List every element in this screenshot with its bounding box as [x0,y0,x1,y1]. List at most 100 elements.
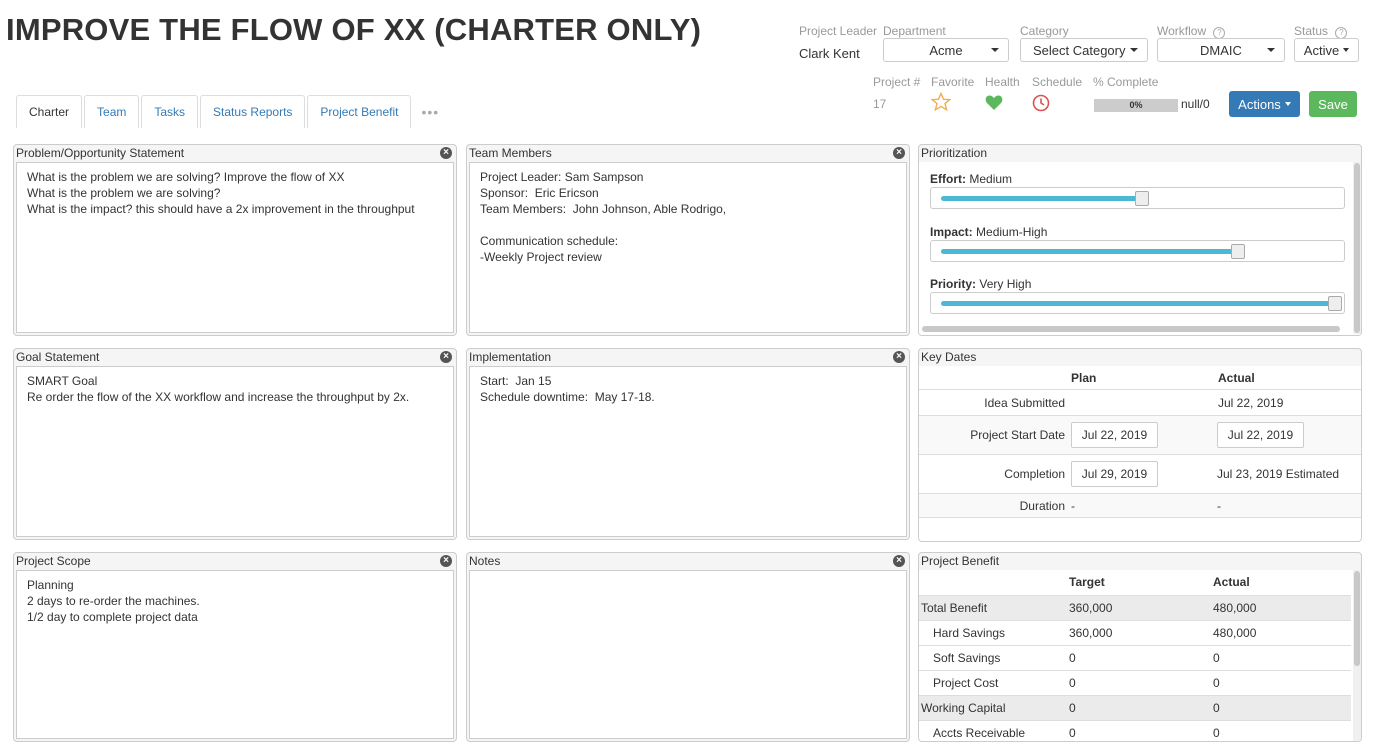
save-button[interactable]: Save [1309,91,1357,117]
actual-value: 0 [1213,701,1220,715]
project-number-value: 17 [873,97,887,111]
caret-down-icon [1343,48,1350,52]
table-divider [919,517,1361,519]
close-icon[interactable]: × [440,147,452,159]
row-label: Completion [1004,467,1065,481]
effort-label-key: Effort: [930,172,966,186]
priority-value: Very High [979,277,1032,291]
table-row: Completion Jul 29, 2019 Jul 23, 2019 Est… [919,454,1361,494]
complete-ratio: null/0 [1181,97,1210,111]
panel-header: Notes × [467,553,909,570]
row-label: Idea Submitted [984,396,1065,410]
actions-label: Actions [1238,96,1281,112]
chevron-down-icon [1130,48,1138,52]
table-row: Total Benefit 360,000 480,000 [919,595,1351,621]
benefit-table: Target Actual Total Benefit 360,000 480,… [919,570,1361,741]
panel-title: Team Members [469,146,552,160]
status-label-text: Status [1294,24,1329,38]
horizontal-scrollbar[interactable] [922,326,1340,332]
goal-panel: Goal Statement × SMART Goal Re order the … [13,348,457,540]
chevron-down-icon [991,48,999,52]
tab-tasks[interactable]: Tasks [141,95,199,128]
close-icon[interactable]: × [893,351,905,363]
table-row: Working Capital 0 0 [919,695,1351,721]
star-icon[interactable] [930,91,952,112]
effort-slider[interactable] [930,187,1345,209]
actual-date: Jul 22, 2019 [1218,396,1284,410]
status-value: Active [1303,42,1340,58]
target-value: 360,000 [1069,601,1113,615]
slider-handle[interactable] [1134,191,1149,206]
workflow-value: DMAIC [1200,42,1242,58]
goal-statement-text[interactable]: SMART Goal Re order the flow of the XX w… [16,366,454,537]
tab-project-benefit[interactable]: Project Benefit [307,95,412,128]
panel-title: Notes [469,554,501,568]
impact-label: Impact: Medium-High [930,225,1047,239]
panel-header: Project Benefit [921,554,1000,568]
implementation-text[interactable]: Start: Jan 15 Schedule downtime: May 17-… [469,366,907,537]
team-members-text[interactable]: Project Leader: Sam Sampson Sponsor: Eri… [469,162,907,333]
status-dropdown[interactable]: Active [1294,38,1359,62]
impact-slider[interactable] [930,240,1345,262]
panel-title: Project Scope [16,554,91,568]
row-label: Duration [1019,499,1065,513]
tab-bar: Charter Team Tasks Status Reports Projec… [16,95,439,128]
caret-down-icon [1284,102,1291,106]
plan-date-input[interactable]: Jul 22, 2019 [1071,422,1158,448]
scrollbar-thumb[interactable] [1354,571,1360,666]
table-row: Project Cost 0 0 [919,670,1351,696]
slider-handle[interactable] [1328,296,1342,311]
notes-text[interactable] [469,570,907,739]
chevron-down-icon [1267,48,1275,52]
actual-value: 480,000 [1213,626,1257,640]
schedule-label: Schedule [1032,75,1083,89]
favorite-label: Favorite [931,75,975,89]
priority-label: Priority: Very High [930,277,1031,291]
clock-icon [1032,94,1050,112]
category-select[interactable]: Select Category [1020,38,1148,62]
panel-title: Goal Statement [16,350,100,364]
row-label: Accts Receivable [933,726,1026,740]
row-label: Soft Savings [933,651,1001,665]
more-tabs-icon[interactable]: ••• [421,95,439,128]
slider-track [941,301,1332,306]
scope-panel: Project Scope × Planning 2 days to re-ord… [13,552,457,742]
table-row: Accts Receivable 0 0 [919,720,1351,741]
plan-duration: - [1071,499,1075,513]
tab-team[interactable]: Team [84,95,140,128]
column-header-actual: Actual [1213,575,1250,589]
actual-value: 0 [1213,651,1220,665]
project-scope-text[interactable]: Planning 2 days to re-order the machines… [16,570,454,739]
priority-slider[interactable] [930,292,1345,314]
slider-handle[interactable] [1231,244,1246,259]
problem-statement-text[interactable]: What is the problem we are solving? Impr… [16,162,454,333]
table-row: Hard Savings 360,000 480,000 [919,620,1351,646]
close-icon[interactable]: × [893,147,905,159]
table-row: Soft Savings 0 0 [919,645,1351,671]
close-icon[interactable]: × [440,351,452,363]
slider-track [941,196,1139,201]
tab-charter[interactable]: Charter [16,95,83,128]
project-number-label: Project # [873,75,921,89]
close-icon[interactable]: × [893,555,905,567]
plan-date-input[interactable]: Jul 29, 2019 [1071,461,1158,487]
actual-value: 0 [1213,676,1220,690]
scrollbar-thumb[interactable] [1354,163,1360,333]
tab-status-reports[interactable]: Status Reports [200,95,306,128]
actual-value: 480,000 [1213,601,1257,615]
department-select[interactable]: Acme [883,38,1009,62]
progress-bar: 0% [1094,99,1178,112]
panel-title: Problem/Opportunity Statement [16,146,185,160]
implementation-panel: Implementation × Start: Jan 15 Schedule d… [466,348,910,540]
vertical-scrollbar[interactable] [1353,162,1361,334]
actual-date-input[interactable]: Jul 22, 2019 [1217,422,1304,448]
effort-label: Effort: Medium [930,172,1012,186]
team-members-panel: Team Members × Project Leader: Sam Sampso… [466,144,910,336]
close-icon[interactable]: × [440,555,452,567]
slider-track [941,249,1236,254]
target-value: 0 [1069,651,1076,665]
actions-button[interactable]: Actions [1229,91,1300,117]
vertical-scrollbar[interactable] [1353,570,1361,741]
workflow-select[interactable]: DMAIC [1157,38,1285,62]
category-value: Select Category [1033,42,1126,58]
